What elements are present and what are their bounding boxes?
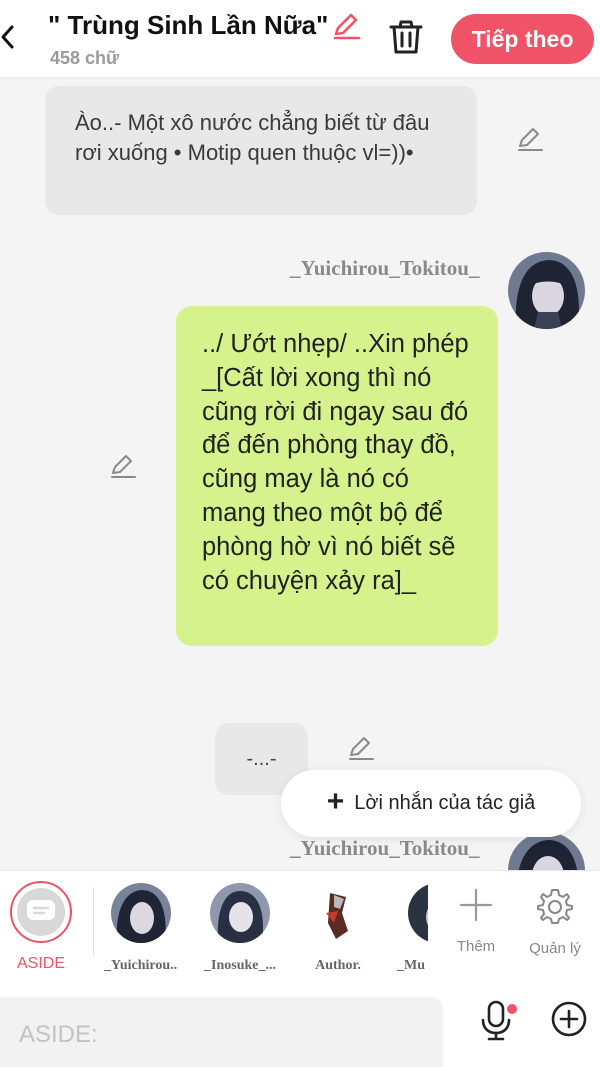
character-avatar-image [308, 883, 368, 943]
author-note-label: Lời nhắn của tác giả [354, 792, 536, 814]
divider [93, 887, 94, 955]
character-label: Author. [315, 958, 361, 973]
aside-label: ASIDE [16, 955, 65, 972]
add-label: Thêm [456, 938, 496, 955]
pencil-icon [518, 128, 543, 151]
character-label: _Yuichirou... [104, 958, 178, 973]
message-input[interactable]: ASIDE: [0, 997, 443, 1067]
avatar[interactable] [508, 252, 585, 329]
avatar [408, 883, 428, 943]
edit-message-button[interactable] [108, 451, 138, 481]
character-avatar-image [111, 883, 171, 943]
pencil-icon [349, 737, 374, 760]
pencil-icon [111, 455, 136, 478]
avatar [308, 883, 368, 943]
speaker-name: _Yuichirou_Tokitou_ [290, 256, 480, 280]
chat-bubble-icon [27, 900, 55, 920]
character-avatar-image [508, 252, 585, 329]
story-title: " Trùng Sinh Lần Nữa" [48, 10, 329, 40]
plus-circle-icon [551, 1001, 587, 1037]
character-item[interactable]: Author. [301, 883, 375, 974]
character-avatar-image [210, 883, 270, 943]
notification-dot [507, 1004, 517, 1014]
character-message-bubble[interactable]: ../ Ướt nhẹp/ ..Xin phép _[Cất lời xong … [176, 306, 498, 646]
avatar [111, 883, 171, 943]
manage-label: Quản lý [529, 940, 581, 957]
gear-icon [537, 889, 573, 924]
author-note-button[interactable]: + Lời nhắn của tác giả [281, 770, 581, 837]
chat-story-editor: " Trùng Sinh Lần Nữa" 458 chữ Tiếp theo … [0, 0, 600, 1067]
character-bar: ASIDE _Yuichirou... _Inosuke_... Author.… [0, 870, 600, 985]
chevron-left-icon [1, 25, 14, 49]
character-item[interactable]: _Yuichirou... [104, 883, 178, 974]
plus-icon: + [326, 785, 345, 818]
avatar [210, 883, 270, 943]
add-media-button[interactable] [551, 1001, 587, 1037]
add-character-button[interactable]: Thêm [446, 887, 506, 955]
character-item[interactable]: _Inosuke_... [203, 883, 277, 974]
aside-selector[interactable] [10, 881, 72, 943]
character-label: _Mu [397, 958, 425, 973]
manage-characters-button[interactable]: Quản lý [525, 887, 585, 957]
aside-bubble[interactable]: Ào..- Một xô nước chẳng biết từ đâu rơi … [45, 86, 477, 215]
input-bar: ASIDE: [0, 985, 600, 1067]
edit-message-button[interactable] [346, 733, 376, 763]
delete-button[interactable] [388, 18, 424, 56]
character-label: _Inosuke_... [204, 958, 276, 973]
edit-message-button[interactable] [515, 124, 545, 154]
back-button[interactable] [0, 20, 22, 54]
speaker-name: _Yuichirou_Tokitou_ [290, 836, 480, 860]
trash-icon [389, 20, 423, 54]
character-avatar-image [408, 883, 428, 943]
word-count: 458 chữ [50, 48, 120, 68]
next-button[interactable]: Tiếp theo [451, 14, 594, 64]
header-bar: " Trùng Sinh Lần Nữa" 458 chữ Tiếp theo [0, 0, 600, 78]
edit-title-button[interactable] [330, 10, 362, 42]
plus-icon [459, 888, 493, 922]
pencil-icon [333, 13, 361, 40]
character-item[interactable]: _Mu [394, 883, 428, 974]
